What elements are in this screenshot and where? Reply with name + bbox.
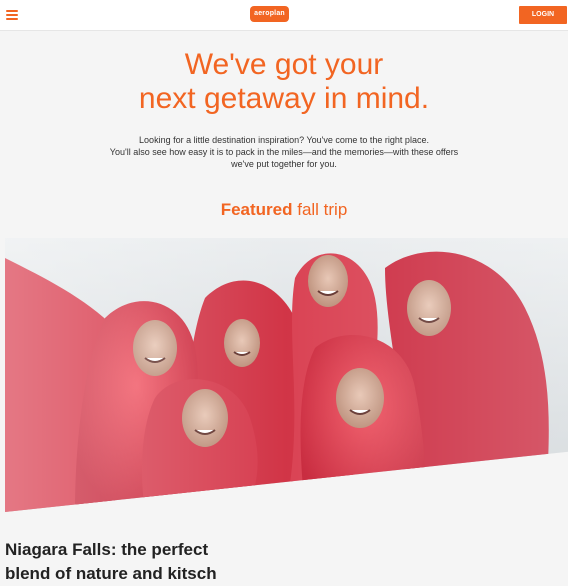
hamburger-icon[interactable]: [6, 10, 18, 20]
featured-heading: Featured fall trip: [0, 200, 568, 220]
featured-rest: fall trip: [292, 200, 348, 219]
intro-line-3: we've put together for you.: [231, 159, 337, 169]
intro-line-1: Looking for a little destination inspira…: [139, 135, 429, 145]
hero-heading: We've got your next getaway in mind.: [0, 48, 568, 116]
login-button[interactable]: LOGIN: [519, 6, 567, 24]
featured-bold: Featured: [220, 200, 293, 219]
featured-trip-photo: [5, 238, 568, 512]
article-title-line-2: blend of nature and kitsch: [5, 564, 217, 583]
aeroplan-logo[interactable]: aeroplan: [250, 6, 289, 22]
article-title-line-1: Niagara Falls: the perfect: [5, 540, 209, 559]
hero-heading-line-2: next getaway in mind.: [138, 82, 430, 115]
niagara-tourists-image: [5, 238, 568, 512]
intro-paragraph: Looking for a little destination inspira…: [0, 134, 568, 170]
hero-heading-line-1: We've got your: [184, 48, 384, 81]
top-nav-bar: aeroplan LOGIN: [0, 0, 568, 31]
intro-line-2: You'll also see how easy it is to pack i…: [109, 147, 459, 157]
article-title[interactable]: Niagara Falls: the perfect blend of natu…: [5, 538, 325, 586]
